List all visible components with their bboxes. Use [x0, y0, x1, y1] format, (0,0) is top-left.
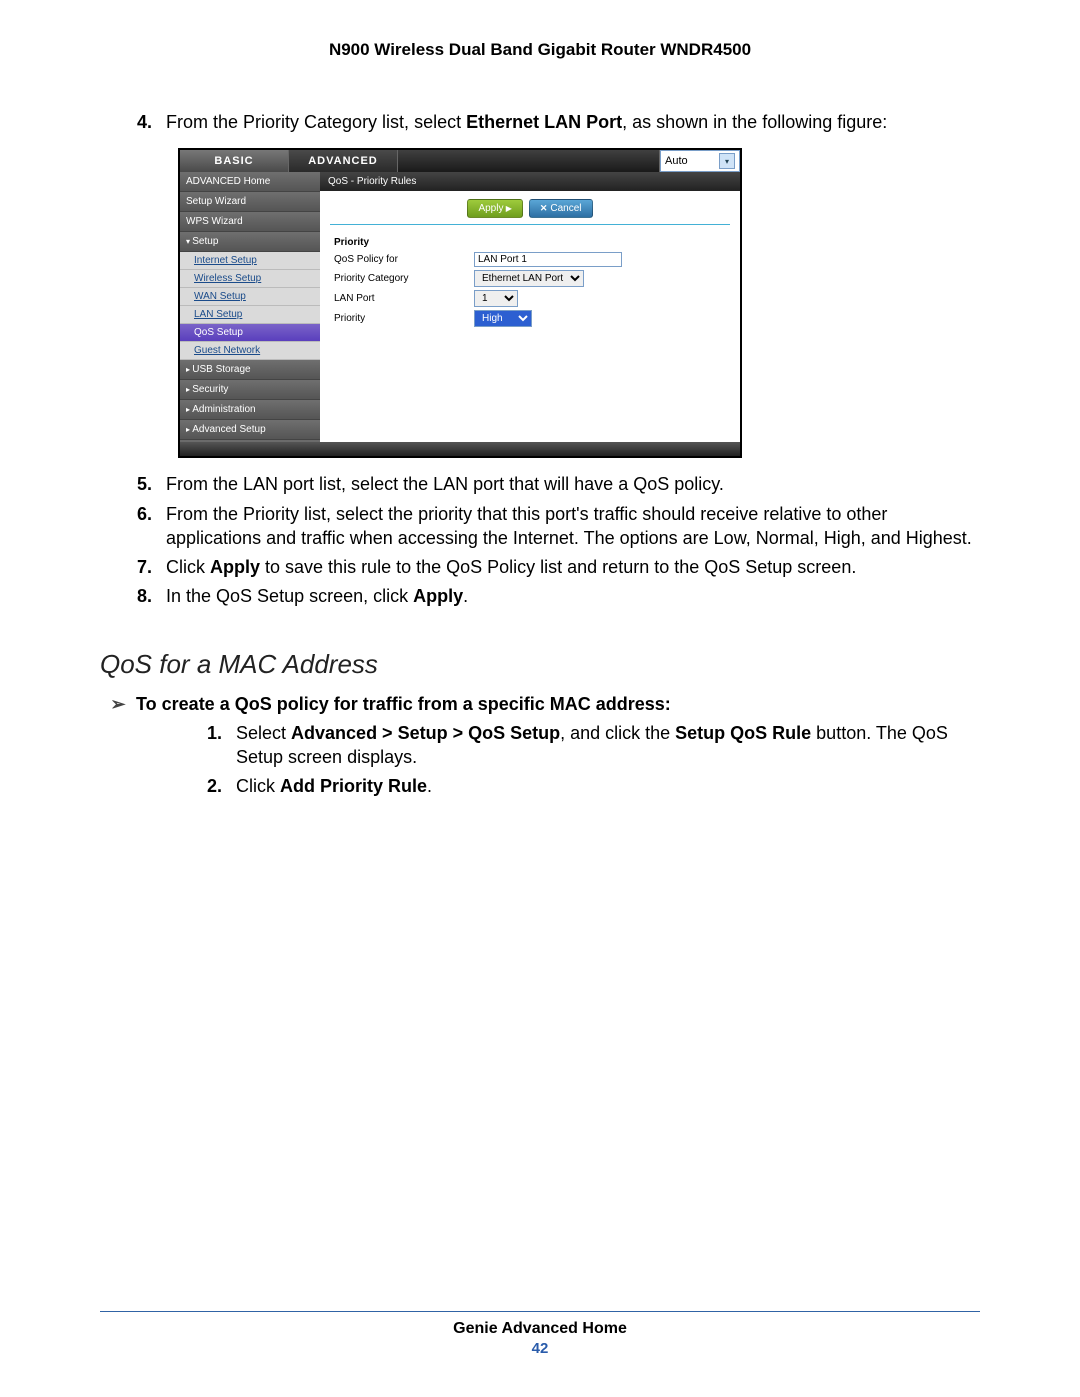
tab-advanced[interactable]: ADVANCED — [289, 150, 398, 172]
sidebar-setup[interactable]: Setup — [180, 232, 320, 252]
sidebar-guest-network[interactable]: Guest Network — [180, 342, 320, 360]
step-body: Click Add Priority Rule. — [236, 774, 980, 798]
priority-heading: Priority — [334, 237, 726, 248]
router-sidebar: ADVANCED Home Setup Wizard WPS Wizard Se… — [180, 172, 320, 442]
sidebar-security[interactable]: Security — [180, 380, 320, 400]
page-footer: Genie Advanced Home 42 — [100, 1311, 980, 1357]
step-number: 1. — [170, 721, 236, 745]
step-number: 6. — [100, 502, 166, 526]
step-5: 5. From the LAN port list, select the LA… — [100, 472, 980, 496]
priority-form: Priority QoS Policy for Priority Categor… — [320, 225, 740, 336]
step-bold: Add Priority Rule — [280, 776, 427, 796]
step-number: 8. — [100, 584, 166, 608]
step-pre: Click — [236, 776, 280, 796]
sidebar-lan-setup[interactable]: LAN Setup — [180, 306, 320, 324]
sidebar-wps-wizard[interactable]: WPS Wizard — [180, 212, 320, 232]
step-pre: From the Priority Category list, select — [166, 112, 466, 132]
lan-port-select[interactable]: 1 — [474, 290, 518, 307]
sidebar-setup-wizard[interactable]: Setup Wizard — [180, 192, 320, 212]
step-number: 7. — [100, 555, 166, 579]
step-pre: Select — [236, 723, 291, 743]
qos-policy-for-label: QoS Policy for — [334, 254, 474, 265]
step-number: 2. — [170, 774, 236, 798]
router-tab-bar: BASIC ADVANCED Auto ▾ — [180, 150, 740, 172]
router-footer-bar — [180, 442, 740, 456]
step-mid: , and click the — [560, 723, 675, 743]
step-body: In the QoS Setup screen, click Apply. — [166, 584, 980, 608]
step-body: Select Advanced > Setup > QoS Setup, and… — [236, 721, 980, 770]
sidebar-wan-setup[interactable]: WAN Setup — [180, 288, 320, 306]
panel-title: QoS - Priority Rules — [320, 172, 740, 191]
button-bar: Apply Cancel — [330, 191, 730, 225]
priority-select[interactable]: High — [474, 310, 532, 327]
task-line: ➢ To create a QoS policy for traffic fro… — [100, 694, 980, 715]
lan-port-label: LAN Port — [334, 293, 474, 304]
step-body: Click Apply to save this rule to the QoS… — [166, 555, 980, 579]
sidebar-internet-setup[interactable]: Internet Setup — [180, 252, 320, 270]
triangle-bullet-icon: ➢ — [100, 694, 136, 715]
section-heading: QoS for a MAC Address — [100, 649, 980, 680]
step-8: 8. In the QoS Setup screen, click Apply. — [100, 584, 980, 608]
task-text: To create a QoS policy for traffic from … — [136, 694, 671, 715]
tab-spacer — [398, 150, 660, 172]
sidebar-administration[interactable]: Administration — [180, 400, 320, 420]
step-pre: Click — [166, 557, 210, 577]
step-post: . — [427, 776, 432, 796]
step-bold: Advanced > Setup > QoS Setup — [291, 723, 560, 743]
router-admin-screenshot: BASIC ADVANCED Auto ▾ ADVANCED Home Setu… — [178, 148, 742, 458]
sidebar-qos-setup[interactable]: QoS Setup — [180, 324, 320, 342]
step-6: 6. From the Priority list, select the pr… — [100, 502, 980, 551]
step-bold: Apply — [210, 557, 260, 577]
footer-rule — [100, 1311, 980, 1312]
doc-header-title: N900 Wireless Dual Band Gigabit Router W… — [100, 40, 980, 60]
step-bold: Apply — [413, 586, 463, 606]
cancel-button[interactable]: Cancel — [529, 199, 593, 218]
step-7: 7. Click Apply to save this rule to the … — [100, 555, 980, 579]
step-bold2: Setup QoS Rule — [675, 723, 811, 743]
footer-title: Genie Advanced Home — [100, 1320, 980, 1338]
step-body: From the Priority list, select the prior… — [166, 502, 980, 551]
step-body: From the Priority Category list, select … — [166, 110, 980, 134]
language-select[interactable]: Auto ▾ — [660, 150, 740, 172]
sidebar-usb-storage[interactable]: USB Storage — [180, 360, 320, 380]
step-number: 5. — [100, 472, 166, 496]
step-4: 4. From the Priority Category list, sele… — [100, 110, 980, 134]
priority-category-select[interactable]: Ethernet LAN Port — [474, 270, 584, 287]
step-body: From the LAN port list, select the LAN p… — [166, 472, 980, 496]
substep-1: 1. Select Advanced > Setup > QoS Setup, … — [170, 721, 980, 770]
step-post: . — [463, 586, 468, 606]
chevron-down-icon: ▾ — [719, 153, 735, 169]
step-number: 4. — [100, 110, 166, 134]
language-label: Auto — [665, 155, 688, 167]
step-bold: Ethernet LAN Port — [466, 112, 622, 132]
router-main-panel: QoS - Priority Rules Apply Cancel Priori… — [320, 172, 740, 442]
apply-button[interactable]: Apply — [467, 199, 522, 218]
step-post: to save this rule to the QoS Policy list… — [260, 557, 856, 577]
step-post: , as shown in the following figure: — [622, 112, 887, 132]
sidebar-wireless-setup[interactable]: Wireless Setup — [180, 270, 320, 288]
substep-2: 2. Click Add Priority Rule. — [170, 774, 980, 798]
sidebar-advanced-home[interactable]: ADVANCED Home — [180, 172, 320, 192]
priority-label: Priority — [334, 313, 474, 324]
tab-basic[interactable]: BASIC — [180, 150, 289, 172]
qos-policy-for-input[interactable] — [474, 252, 622, 267]
priority-category-label: Priority Category — [334, 273, 474, 284]
page-number: 42 — [100, 1340, 980, 1357]
sidebar-advanced-setup[interactable]: Advanced Setup — [180, 420, 320, 440]
step-pre: In the QoS Setup screen, click — [166, 586, 413, 606]
